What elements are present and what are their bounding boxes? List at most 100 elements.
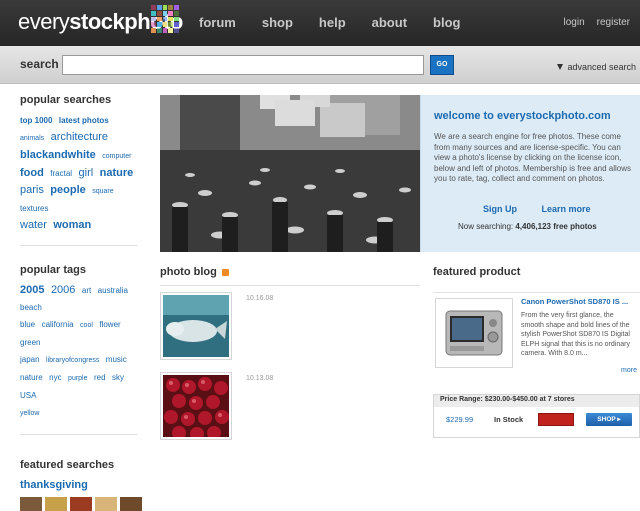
search-link-food[interactable]: food xyxy=(20,167,44,179)
featured-thumb[interactable] xyxy=(20,497,42,511)
tag-link-purple[interactable]: purple xyxy=(68,375,87,382)
blog-date: 10.16.08 xyxy=(246,295,274,302)
mosaic-tile xyxy=(162,5,168,10)
mosaic-tile xyxy=(168,22,174,28)
mosaic-tile xyxy=(168,28,174,33)
tag-link-green[interactable]: green xyxy=(20,338,40,347)
login-link[interactable]: login xyxy=(564,17,585,28)
featured-thumb[interactable] xyxy=(45,497,67,511)
tag-link-nature[interactable]: nature xyxy=(20,373,43,382)
top-bar: everystockphoto forum shop help about bl… xyxy=(0,0,640,46)
search-link-water[interactable]: water xyxy=(20,219,47,231)
search-count: Now searching: 4,406,123 free photos xyxy=(458,222,597,231)
search-link-latest[interactable]: latest photos xyxy=(59,116,109,125)
tag-link-2006[interactable]: 2006 xyxy=(51,284,75,296)
nav-blog[interactable]: blog xyxy=(433,15,460,30)
search-link-top1000[interactable]: top 1000 xyxy=(20,116,52,125)
hero-photo[interactable] xyxy=(160,95,420,252)
nav-shop[interactable]: shop xyxy=(262,15,293,30)
featured-search-link[interactable]: thanksgiving xyxy=(20,479,88,491)
mosaic-tile xyxy=(168,16,174,22)
mosaic-tile xyxy=(174,16,179,22)
tag-link-nyc[interactable]: nyc xyxy=(49,373,61,382)
welcome-panel: welcome to everystockphoto.com We are a … xyxy=(420,95,640,252)
tag-link-beach[interactable]: beach xyxy=(20,303,42,312)
register-link[interactable]: register xyxy=(597,17,630,28)
tag-link-cool[interactable]: cool xyxy=(80,322,93,329)
welcome-body: We are a search engine for free photos. … xyxy=(434,132,631,183)
search-link-girl[interactable]: girl xyxy=(79,167,94,179)
tag-link-2005[interactable]: 2005 xyxy=(20,284,44,296)
product-more-link[interactable]: more xyxy=(621,367,637,374)
search-link-paris[interactable]: paris xyxy=(20,184,44,196)
tag-link-libraryofcongress[interactable]: libraryofcongress xyxy=(46,357,99,364)
tag-link-blue[interactable]: blue xyxy=(20,320,35,329)
search-link-fractal[interactable]: fractal xyxy=(50,169,72,178)
search-input[interactable] xyxy=(62,55,424,75)
rss-icon[interactable] xyxy=(221,268,229,276)
mosaic-tile xyxy=(151,16,156,22)
blog-thumbnail[interactable] xyxy=(160,292,232,360)
photo-blog-header: photo blog xyxy=(160,266,420,278)
nav-about[interactable]: about xyxy=(372,15,407,30)
tag-link-art[interactable]: art xyxy=(82,286,91,295)
welcome-title: welcome to everystockphoto.com xyxy=(434,110,611,122)
mosaic-tile xyxy=(174,28,179,33)
search-count-label: Now searching: xyxy=(458,222,514,231)
tag-link-japan[interactable]: japan xyxy=(20,355,40,364)
price-range: Price Range: $230.00-$450.00 at 7 stores xyxy=(434,395,639,407)
advanced-search-link[interactable]: advanced search xyxy=(557,62,636,72)
blog-thumbnail[interactable] xyxy=(160,372,232,441)
mosaic-tile xyxy=(151,28,156,33)
shop-button[interactable]: SHOP ▸ xyxy=(586,413,632,426)
search-link-computer[interactable]: computer xyxy=(102,153,131,160)
blog-date: 10.13.08 xyxy=(246,375,274,382)
price-value[interactable]: $229.99 xyxy=(446,415,473,424)
store-logo-icon[interactable] xyxy=(538,413,574,426)
beluga-whale-image xyxy=(163,295,229,357)
nav-forum[interactable]: forum xyxy=(199,15,236,30)
featured-thumb[interactable] xyxy=(120,497,142,511)
featured-thumb[interactable] xyxy=(95,497,117,511)
photo-blog: photo blog 10.16.08 10.13.08 xyxy=(160,266,420,441)
featured-searches: featured searches thanksgiving xyxy=(20,459,142,511)
nav-help[interactable]: help xyxy=(319,15,346,30)
blog-entry[interactable]: 10.16.08 xyxy=(160,292,273,360)
tag-link-sky[interactable]: sky xyxy=(112,373,124,382)
blog-entry[interactable]: 10.13.08 xyxy=(160,372,273,441)
search-link-people[interactable]: people xyxy=(50,184,85,196)
learn-more-link[interactable]: Learn more xyxy=(542,204,591,214)
mosaic-tile xyxy=(156,16,162,22)
welcome-links: Sign Up Learn more xyxy=(483,204,613,214)
price-row: $229.99 In Stock SHOP ▸ xyxy=(434,412,639,430)
search-link-animals[interactable]: animals xyxy=(20,135,44,142)
featured-thumb[interactable] xyxy=(70,497,92,511)
search-link-woman[interactable]: woman xyxy=(53,219,91,231)
featured-product-title: featured product xyxy=(433,266,521,278)
search-link-blackandwhite[interactable]: blackandwhite xyxy=(20,149,96,161)
photo-blog-divider xyxy=(160,285,420,286)
search-go-button[interactable]: GO xyxy=(430,55,454,75)
search-link-nature[interactable]: nature xyxy=(100,167,134,179)
product-image[interactable] xyxy=(435,298,513,368)
signup-link[interactable]: Sign Up xyxy=(483,204,517,214)
tag-link-red[interactable]: red xyxy=(94,373,106,382)
advanced-search-label: advanced search xyxy=(567,62,636,72)
mosaic-tile xyxy=(156,28,162,33)
mosaic-tile xyxy=(168,10,174,16)
search-link-square[interactable]: square xyxy=(92,188,113,195)
tag-link-flower[interactable]: flower xyxy=(99,320,120,329)
product-name-link[interactable]: Canon PowerShot SD870 IS ... xyxy=(521,297,628,306)
search-link-architecture[interactable]: architecture xyxy=(51,131,108,143)
tag-link-yellow[interactable]: yellow xyxy=(20,410,39,417)
search-link-textures[interactable]: textures xyxy=(20,204,48,213)
tag-link-music[interactable]: music xyxy=(106,355,127,364)
arrow-down-icon xyxy=(557,64,564,70)
tag-link-california[interactable]: california xyxy=(42,320,74,329)
mosaic-tile xyxy=(174,5,179,10)
cranberries-image xyxy=(163,375,229,441)
mosaic-tile xyxy=(162,10,168,16)
tag-link-australia[interactable]: australia xyxy=(98,286,128,295)
tag-link-usa[interactable]: USA xyxy=(20,391,36,400)
mosaic-tile xyxy=(174,10,179,16)
